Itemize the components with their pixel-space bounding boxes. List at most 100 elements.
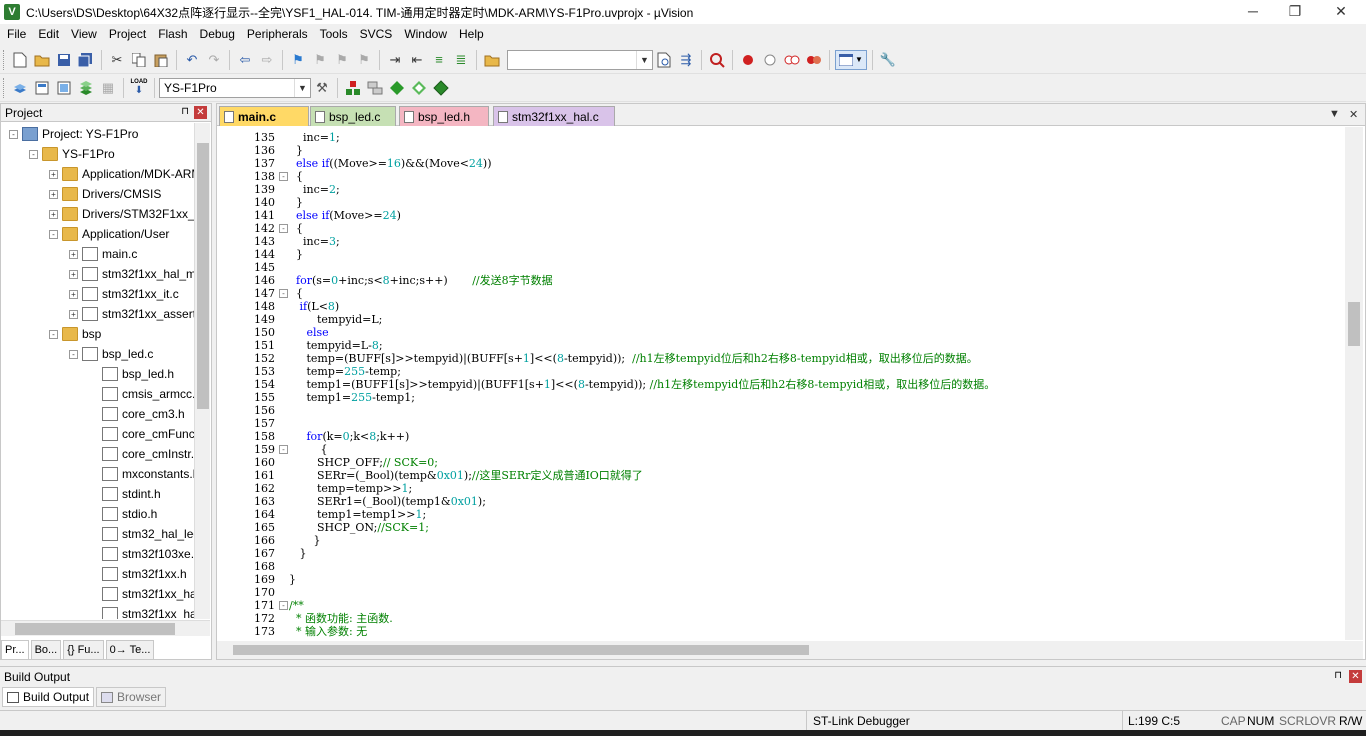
incremental-find-icon[interactable]: ⇶ — [676, 50, 696, 70]
fold-toggle-icon[interactable]: - — [279, 601, 288, 610]
tree-node-header[interactable]: stm32f1xx.h — [102, 564, 187, 584]
code-line[interactable]: SHCP_ON;//SCK=1; — [289, 521, 429, 534]
restore-button[interactable]: ❐ — [1272, 0, 1318, 24]
code-line[interactable]: tempyid=L-8; — [289, 339, 382, 352]
pin-icon[interactable]: ⊓ — [1334, 670, 1342, 681]
menu-help[interactable]: Help — [454, 27, 489, 41]
code-line[interactable]: } — [289, 573, 296, 586]
code-line[interactable]: else — [289, 326, 328, 339]
find-combo[interactable]: ▼ — [507, 49, 653, 70]
tab-build-output[interactable]: Build Output — [2, 687, 95, 707]
tree-node-file[interactable]: - bsp_led.c — [69, 344, 153, 364]
code-line[interactable]: else if((Move>=16)&&(Move<24)) — [289, 157, 492, 170]
code-area[interactable]: inc=1; } else if((Move>=16)&&(Move<24)) … — [289, 127, 1345, 640]
navigate-back-icon[interactable]: ⇦ — [235, 50, 255, 70]
manage-components-icon[interactable] — [365, 78, 385, 98]
menu-edit[interactable]: Edit — [33, 27, 64, 41]
code-line[interactable]: SERr=(_Bool)(temp&0x01);//这里SERr定义成普通IO口… — [289, 469, 643, 482]
code-line[interactable]: tempyid=L; — [289, 313, 382, 326]
tab-main-c[interactable]: main.c — [219, 106, 309, 126]
disable-breakpoints-icon[interactable] — [782, 50, 802, 70]
code-line[interactable]: * 输入参数: 无 — [289, 625, 367, 638]
debug-session-icon[interactable] — [707, 50, 727, 70]
code-line[interactable]: { — [289, 287, 303, 300]
tab-bsp-led-c[interactable]: bsp_led.c — [310, 106, 396, 126]
tree-node-group[interactable]: - bsp — [49, 324, 101, 344]
navigate-forward-icon[interactable]: ⇨ — [257, 50, 277, 70]
new-file-icon[interactable] — [10, 50, 30, 70]
code-line[interactable]: * 函数功能: 主函数. — [289, 612, 393, 625]
scrollbar-thumb[interactable] — [233, 645, 809, 655]
fold-toggle-icon[interactable]: - — [279, 445, 288, 454]
tree-node-group[interactable]: - Application/User — [49, 224, 169, 244]
find-icon[interactable] — [654, 50, 674, 70]
collapse-icon[interactable]: - — [49, 329, 58, 339]
tree-horizontal-scrollbar[interactable] — [1, 620, 210, 636]
menu-window[interactable]: Window — [399, 27, 452, 41]
code-line[interactable]: { — [289, 443, 327, 456]
tab-project[interactable]: Pr... — [1, 640, 29, 660]
code-line[interactable]: SERr1=(_Bool)(temp1&0x01); — [289, 495, 486, 508]
pack-installer-icon[interactable] — [409, 78, 429, 98]
rebuild-icon[interactable] — [54, 78, 74, 98]
copy-icon[interactable] — [129, 50, 149, 70]
tree-node-file[interactable]: + stm32f1xx_it.c — [69, 284, 179, 304]
code-line[interactable]: SHCP_OFF;// SCK=0; — [289, 456, 438, 469]
tree-node-header[interactable]: stm32_hal_legacy.h — [102, 524, 194, 544]
code-line[interactable]: /** — [289, 599, 304, 612]
tree-node-file[interactable]: +stm32f1xx_hal_msp.c — [69, 264, 194, 284]
tab-stm32f1xx-hal-c[interactable]: stm32f1xx_hal.c — [493, 106, 615, 126]
code-line[interactable]: inc=3; — [289, 235, 340, 248]
menu-project[interactable]: Project — [104, 27, 151, 41]
save-icon[interactable] — [54, 50, 74, 70]
code-line[interactable]: temp1=(BUFF1[s]>>tempyid)|(BUFF1[s+1]<<(… — [289, 378, 995, 391]
uncomment-icon[interactable]: ≣ — [451, 50, 471, 70]
code-line[interactable]: inc=1; — [289, 131, 340, 144]
menu-tools[interactable]: Tools — [315, 27, 353, 41]
fold-toggle-icon[interactable]: - — [279, 172, 288, 181]
expand-icon[interactable]: + — [49, 189, 58, 199]
code-line[interactable]: { — [289, 170, 303, 183]
comment-icon[interactable]: ≡ — [429, 50, 449, 70]
tree-node-group[interactable]: + Drivers/CMSIS — [49, 184, 161, 204]
redo-icon[interactable]: ↷ — [204, 50, 224, 70]
editor-vertical-scrollbar[interactable] — [1345, 127, 1363, 640]
expand-icon[interactable]: + — [69, 249, 78, 259]
window-layout-icon[interactable]: ▼ — [835, 49, 867, 70]
tab-books[interactable]: Bo... — [30, 640, 62, 660]
target-select[interactable]: YS-F1Pro ▼ — [159, 77, 311, 98]
open-file-icon[interactable] — [32, 50, 52, 70]
find-in-files-icon[interactable] — [482, 50, 502, 70]
code-line[interactable]: for(k=0;k<8;k++) — [289, 430, 409, 443]
tree-node-header[interactable]: stdio.h — [102, 504, 157, 524]
tab-list-dropdown-icon[interactable]: ▼ — [1329, 108, 1340, 120]
tree-node-header[interactable]: core_cm3.h — [102, 404, 185, 424]
close-panel-icon[interactable]: ✕ — [1349, 670, 1362, 683]
collapse-icon[interactable]: - — [49, 229, 58, 239]
code-line[interactable]: inc=2; — [289, 183, 340, 196]
cut-icon[interactable]: ✂ — [107, 50, 127, 70]
expand-icon[interactable]: + — [69, 269, 78, 279]
kill-breakpoints-icon[interactable] — [804, 50, 824, 70]
menu-file[interactable]: File — [2, 27, 31, 41]
collapse-icon[interactable]: - — [29, 149, 38, 159]
manage-project-items-icon[interactable] — [343, 78, 363, 98]
code-line[interactable]: } — [289, 144, 303, 157]
tree-node-header[interactable]: core_cmInstr.h — [102, 444, 194, 464]
menu-peripherals[interactable]: Peripherals — [242, 27, 313, 41]
menu-svcs[interactable]: SVCS — [355, 27, 398, 41]
tree-node-header[interactable]: mxconstants.h — [102, 464, 194, 484]
tree-node-header[interactable]: stm32f1xx_hal.h — [102, 584, 194, 604]
menu-flash[interactable]: Flash — [153, 27, 192, 41]
tree-node-group[interactable]: + Application/MDK-ARM — [49, 164, 194, 184]
fold-toggle-icon[interactable]: - — [279, 224, 288, 233]
code-line[interactable]: } — [289, 196, 303, 209]
indent-icon[interactable]: ⇥ — [385, 50, 405, 70]
code-line[interactable]: temp1=255-temp1; — [289, 391, 414, 404]
tree-node-project[interactable]: - Project: YS-F1Pro — [9, 124, 138, 144]
code-line[interactable]: temp1=temp1>>1; — [289, 508, 426, 521]
batch-build-icon[interactable] — [76, 78, 96, 98]
tab-browser[interactable]: Browser — [96, 687, 167, 707]
tree-node-header[interactable]: stm32f103xe.h — [102, 544, 194, 564]
tree-node-header[interactable]: bsp_led.h — [102, 364, 174, 384]
